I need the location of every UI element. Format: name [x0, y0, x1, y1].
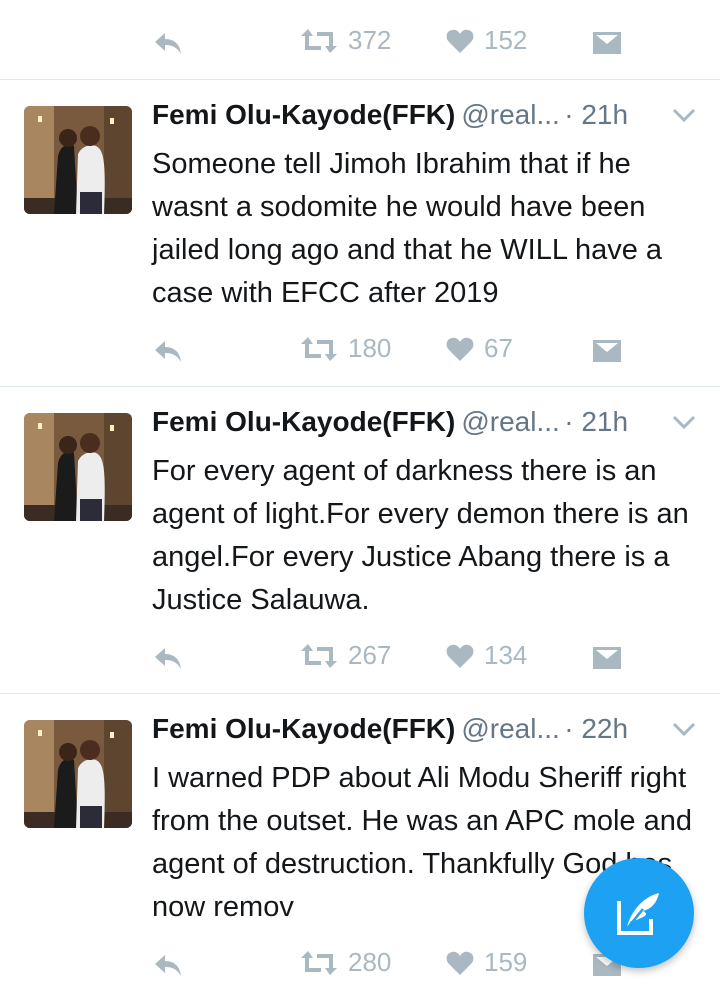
avatar[interactable]: [24, 106, 132, 214]
author-name[interactable]: Femi Olu-Kayode(FFK): [152, 99, 455, 130]
heart-icon: [446, 29, 474, 53]
envelope-icon: [593, 647, 621, 669]
envelope-icon: [593, 32, 621, 54]
tweet-text: For every agent of darkness there is an …: [152, 455, 689, 616]
tweet-time[interactable]: · 21h: [564, 99, 628, 130]
like-button[interactable]: 134: [446, 640, 527, 671]
envelope-icon: [593, 340, 621, 362]
heart-icon: [446, 337, 474, 361]
author-handle[interactable]: @real...: [461, 406, 559, 437]
tweet-action-bar: 372 152: [0, 25, 720, 65]
direct-message-button[interactable]: [592, 339, 622, 363]
avatar[interactable]: [24, 720, 132, 828]
like-button[interactable]: 159: [446, 947, 527, 978]
reply-icon: [155, 341, 181, 362]
retweet-button[interactable]: 180: [300, 333, 391, 364]
tweet-action-bar: 267 134: [0, 640, 720, 680]
retweet-count: 372: [348, 25, 392, 55]
chevron-down-icon: [672, 415, 696, 430]
retweet-button[interactable]: 280: [300, 947, 391, 978]
retweet-icon: [301, 643, 337, 668]
compose-tweet-button[interactable]: [584, 858, 694, 968]
like-count: 152: [484, 25, 528, 55]
retweet-count: 267: [348, 640, 392, 670]
reply-button[interactable]: [152, 644, 184, 672]
tweet-header: Femi Olu-Kayode(FFK) @real... · 21h: [152, 406, 702, 446]
more-options-button[interactable]: [672, 414, 696, 435]
direct-message-button[interactable]: [592, 646, 622, 670]
heart-icon: [446, 951, 474, 975]
like-count: 134: [484, 640, 528, 670]
tweet-time[interactable]: · 22h: [564, 713, 628, 744]
retweet-icon: [301, 950, 337, 975]
tweet-action-bar: 180 67: [0, 333, 720, 373]
author-handle[interactable]: @real...: [461, 99, 559, 130]
avatar[interactable]: [24, 413, 132, 521]
like-button[interactable]: 152: [446, 25, 527, 56]
retweet-icon: [301, 28, 337, 53]
heart-icon: [446, 644, 474, 668]
retweet-button[interactable]: 267: [300, 640, 391, 671]
more-options-button[interactable]: [672, 721, 696, 742]
like-count: 159: [484, 947, 528, 977]
chevron-down-icon: [672, 108, 696, 123]
reply-icon: [155, 955, 181, 976]
direct-message-button[interactable]: [592, 31, 622, 55]
like-button[interactable]: 67: [446, 333, 513, 364]
tweet[interactable]: Femi Olu-Kayode(FFK) @real... · 21h Someo…: [0, 81, 720, 387]
reply-icon: [155, 33, 181, 54]
retweet-count: 180: [348, 333, 392, 363]
more-options-button[interactable]: [672, 107, 696, 128]
retweet-count: 280: [348, 947, 392, 977]
tweet-text: Someone tell Jimoh Ibrahim that if he wa…: [152, 148, 663, 309]
tweet-time[interactable]: · 21h: [564, 406, 628, 437]
reply-button[interactable]: [152, 29, 184, 57]
compose-icon: [617, 893, 659, 935]
tweet-header: Femi Olu-Kayode(FFK) @real... · 22h: [152, 713, 702, 753]
previous-tweet-actions: 372 152: [0, 0, 720, 80]
author-handle[interactable]: @real...: [461, 713, 559, 744]
reply-button[interactable]: [152, 951, 184, 979]
author-name[interactable]: Femi Olu-Kayode(FFK): [152, 406, 455, 437]
chevron-down-icon: [672, 722, 696, 737]
retweet-icon: [301, 336, 337, 361]
tweet-header: Femi Olu-Kayode(FFK) @real... · 21h: [152, 99, 702, 139]
reply-icon: [155, 648, 181, 669]
author-name[interactable]: Femi Olu-Kayode(FFK): [152, 713, 455, 744]
retweet-button[interactable]: 372: [300, 25, 391, 56]
reply-button[interactable]: [152, 337, 184, 365]
tweet[interactable]: Femi Olu-Kayode(FFK) @real... · 21h For e…: [0, 388, 720, 694]
like-count: 67: [484, 333, 513, 363]
